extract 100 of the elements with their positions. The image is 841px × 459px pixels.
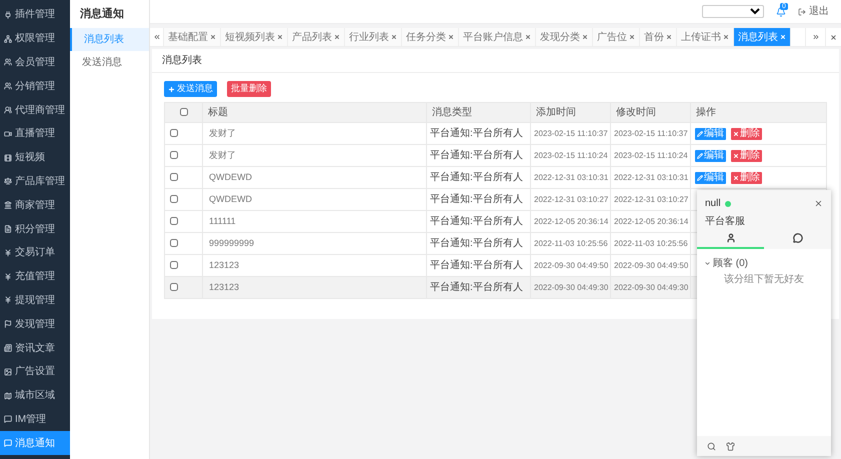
dropdown-select[interactable] <box>702 5 764 18</box>
row-checkbox[interactable] <box>170 217 178 226</box>
pencil-icon <box>697 130 703 136</box>
chat-icon <box>4 415 12 424</box>
column-header: 消息类型 <box>426 102 530 122</box>
map-icon <box>4 392 12 400</box>
sidebar-item[interactable]: 短视频 <box>0 146 70 170</box>
select-all-checkbox[interactable] <box>180 108 188 116</box>
page-tab[interactable]: 首份 <box>640 28 677 46</box>
page-tab[interactable]: 任务分类 <box>402 28 459 46</box>
row-checkbox[interactable] <box>170 261 178 270</box>
sidebar-item[interactable]: 积分管理 <box>0 217 70 241</box>
sidebar-item[interactable]: 直播管理 <box>0 122 70 146</box>
sidebar-item[interactable]: 插件管理 <box>0 3 70 27</box>
table-row[interactable]: QWDEWD 平台通知:平台所有人 2022-12-31 03:10:31 2022-12-31 03:10:31 编辑 删除 <box>164 166 826 188</box>
sidebar-item[interactable]: 会员管理 <box>0 50 70 74</box>
close-icon <box>733 152 739 158</box>
table-row[interactable]: 发财了 平台通知:平台所有人 2023-02-15 11:10:24 2023-02-15 11:10:24 编辑 删除 <box>164 144 826 166</box>
yen-icon <box>4 296 12 304</box>
user-icon <box>726 233 736 243</box>
yen-icon <box>4 248 12 257</box>
column-header: 修改时间 <box>610 102 690 122</box>
sidebar-item[interactable]: 商家管理 <box>0 193 70 218</box>
users-icon <box>4 58 12 66</box>
row-checkbox[interactable] <box>170 151 178 160</box>
page-tab[interactable]: 上传证书 <box>677 28 734 46</box>
double-chevron-right-icon <box>812 33 820 41</box>
pencil-icon <box>697 174 703 180</box>
page-tab[interactable]: 短视频列表 <box>221 28 288 46</box>
sidebar-item[interactable]: 分销管理 <box>0 74 70 98</box>
column-header: 操作 <box>690 102 826 122</box>
table-cell: 123123 <box>202 276 426 298</box>
column-header: 标题 <box>202 102 426 122</box>
sidebar-item[interactable]: 代理商管理 <box>0 98 70 122</box>
page-tab[interactable]: 基础配置 <box>164 28 221 46</box>
close-icon[interactable] <box>277 34 283 40</box>
table-cell: 2022-09-30 04:49:30 <box>610 276 690 298</box>
flag-icon <box>4 320 12 328</box>
yen-icon <box>4 272 12 281</box>
image-icon <box>4 368 12 376</box>
delete-button[interactable]: 删除 <box>731 172 762 184</box>
logout-link[interactable]: 退出 <box>798 4 829 19</box>
group-icon <box>4 106 12 114</box>
delete-button[interactable]: 删除 <box>731 128 762 140</box>
page-tab[interactable]: 广告位 <box>593 28 640 46</box>
row-checkbox[interactable] <box>170 283 178 292</box>
film-icon <box>4 154 12 162</box>
row-checkbox[interactable] <box>170 173 178 182</box>
table-cell: 2022-09-30 04:49:30 <box>530 276 610 298</box>
chat-bubble-icon <box>792 233 802 243</box>
close-icon[interactable] <box>723 34 729 40</box>
close-icon[interactable] <box>391 34 397 40</box>
row-checkbox[interactable] <box>170 239 178 248</box>
sidebar-item[interactable]: 充值管理 <box>0 264 70 289</box>
bell-icon[interactable] <box>776 6 786 16</box>
sidebar-item[interactable]: IM管理 <box>0 408 70 432</box>
shirt-icon[interactable] <box>726 442 735 450</box>
pencil-icon <box>697 152 703 158</box>
table-cell: 平台通知:平台所有人 <box>426 276 530 298</box>
close-icon[interactable] <box>334 34 340 40</box>
close-icon[interactable] <box>629 34 635 40</box>
close-icon[interactable] <box>666 34 672 40</box>
scale-icon <box>4 177 12 186</box>
sidebar-item[interactable]: 提现管理 <box>0 288 70 312</box>
plug-icon <box>4 10 12 19</box>
page-tab[interactable]: 行业列表 <box>345 28 402 46</box>
close-icon[interactable] <box>210 34 216 40</box>
close-icon[interactable] <box>814 199 823 208</box>
column-header: 添加时间 <box>530 102 610 122</box>
close-icon <box>830 34 837 40</box>
sidebar-item[interactable]: 权限管理 <box>0 26 70 51</box>
sidebar-item[interactable]: 资讯文章 <box>0 336 70 360</box>
submenu-item[interactable]: 发送消息 <box>70 51 149 74</box>
close-icon[interactable] <box>448 34 454 40</box>
chat-subtitle: 平台客服 <box>705 214 746 229</box>
sidebar-item[interactable]: 交易订单 <box>0 240 70 265</box>
close-icon[interactable] <box>525 34 531 40</box>
delete-button[interactable]: 删除 <box>731 150 762 162</box>
row-checkbox[interactable] <box>170 129 178 138</box>
users-icon <box>4 82 12 90</box>
plus-icon <box>168 86 175 92</box>
chevron-down-icon <box>704 260 711 267</box>
batch-delete-button[interactable]: 批量删除 <box>227 81 271 97</box>
close-icon[interactable] <box>582 34 588 40</box>
search-icon[interactable] <box>707 442 716 450</box>
page-tab[interactable]: 发现分类 <box>536 28 593 46</box>
sidebar-item[interactable]: 城市区域 <box>0 384 70 408</box>
submenu-title: 消息通知 <box>79 6 125 22</box>
page-tab[interactable]: 产品列表 <box>288 28 345 46</box>
page-tab[interactable]: 平台账户信息 <box>459 28 536 46</box>
bank-icon <box>4 201 12 210</box>
sidebar-item[interactable]: 广告设置 <box>0 360 70 384</box>
newspaper-icon <box>4 344 12 352</box>
document-icon <box>4 225 12 234</box>
sidebar-item[interactable]: 产品库管理 <box>0 170 70 194</box>
table-row[interactable]: 发财了 平台通知:平台所有人 2023-02-15 11:10:37 2023-02-15 11:10:37 编辑 删除 <box>164 122 826 144</box>
chat-username: null <box>705 197 721 211</box>
close-icon <box>733 130 739 136</box>
sidebar-item[interactable]: 发现管理 <box>0 312 70 336</box>
row-checkbox[interactable] <box>170 195 178 204</box>
